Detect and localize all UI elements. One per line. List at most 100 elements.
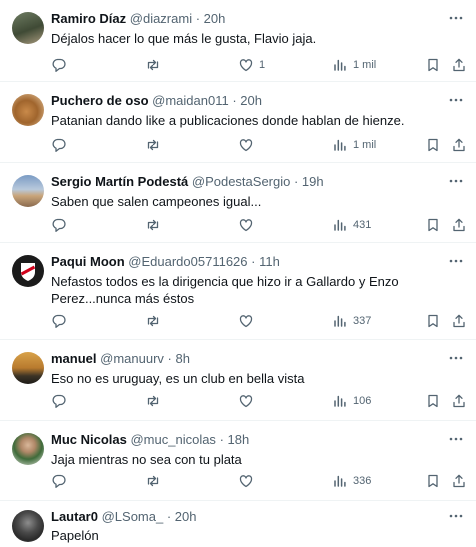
share-button[interactable]	[451, 311, 467, 331]
reply-button[interactable]	[51, 55, 67, 75]
user-name[interactable]: Puchero de oso	[51, 93, 149, 108]
retweet-icon	[145, 137, 161, 153]
like-button[interactable]	[238, 215, 259, 235]
bookmark-button[interactable]	[425, 471, 441, 491]
views-button[interactable]: 1 mil	[332, 135, 376, 155]
tweet-actions: 431	[0, 215, 476, 235]
avatar[interactable]	[12, 255, 44, 287]
avatar[interactable]	[12, 175, 44, 207]
bookmark-button[interactable]	[425, 135, 441, 155]
more-icon[interactable]	[448, 173, 464, 189]
views-button[interactable]: 337	[332, 311, 371, 331]
more-icon[interactable]	[448, 10, 464, 26]
user-handle[interactable]: @diazrami	[130, 11, 192, 26]
views-icon	[332, 137, 348, 153]
retweet-button[interactable]	[145, 311, 161, 331]
retweet-icon	[145, 393, 161, 409]
user-handle[interactable]: @manuurv	[100, 351, 164, 366]
tweet-text: Jaja mientras no sea con tu plata	[51, 452, 242, 467]
share-icon	[451, 473, 467, 489]
views-button[interactable]: 431	[332, 215, 371, 235]
user-handle[interactable]: @LSoma_	[102, 509, 164, 524]
tweet[interactable]: Paqui Moon @Eduardo05711626 · 11h Nefast…	[0, 243, 476, 340]
tweet-time[interactable]: · 20h	[196, 11, 226, 26]
tweet[interactable]: Lautar0 @LSoma_ · 20h Papelón	[0, 501, 476, 547]
user-name[interactable]: Ramiro Díaz	[51, 11, 126, 26]
tweet-actions: 336	[0, 471, 476, 491]
share-icon	[451, 57, 467, 73]
views-button[interactable]: 336	[332, 471, 371, 491]
tweet-time[interactable]: · 19h	[294, 174, 324, 189]
like-button[interactable]	[238, 311, 259, 331]
tweet[interactable]: manuel @manuurv · 8h Eso no es uruguay, …	[0, 340, 476, 421]
like-button[interactable]	[238, 391, 259, 411]
tweet[interactable]: Puchero de oso @maidan011 · 20h Patanian…	[0, 82, 476, 163]
share-icon	[451, 393, 467, 409]
reply-icon	[51, 137, 67, 153]
bookmark-button[interactable]	[425, 391, 441, 411]
like-icon	[238, 313, 254, 329]
more-icon[interactable]	[448, 508, 464, 524]
avatar[interactable]	[12, 94, 44, 126]
reply-button[interactable]	[51, 135, 67, 155]
more-icon[interactable]	[448, 431, 464, 447]
reply-button[interactable]	[51, 215, 67, 235]
like-button[interactable]	[238, 471, 259, 491]
retweet-icon	[145, 473, 161, 489]
user-handle[interactable]: @maidan011	[152, 93, 229, 108]
tweet[interactable]: Muc Nicolas @muc_nicolas · 18h Jaja mien…	[0, 421, 476, 501]
tweet-actions: 1 1 mil	[0, 55, 476, 75]
tweet-actions: 1 mil	[0, 135, 476, 155]
like-button[interactable]	[238, 135, 259, 155]
retweet-button[interactable]	[145, 471, 161, 491]
retweet-button[interactable]	[145, 135, 161, 155]
user-handle[interactable]: @muc_nicolas	[130, 432, 215, 447]
river-badge-icon	[20, 263, 36, 281]
views-button[interactable]: 106	[332, 391, 371, 411]
views-icon	[332, 473, 348, 489]
like-button[interactable]: 1	[238, 55, 265, 75]
avatar[interactable]	[12, 510, 44, 542]
tweet-time[interactable]: · 18h	[220, 432, 250, 447]
views-icon	[332, 393, 348, 409]
avatar[interactable]	[12, 352, 44, 384]
tweet-time[interactable]: · 20h	[167, 509, 197, 524]
user-name[interactable]: Lautar0	[51, 509, 98, 524]
reply-button[interactable]	[51, 311, 67, 331]
more-icon[interactable]	[448, 92, 464, 108]
reply-button[interactable]	[51, 391, 67, 411]
tweet[interactable]: Sergio Martín Podestá @PodestaSergio · 1…	[0, 163, 476, 243]
user-handle[interactable]: @PodestaSergio	[192, 174, 290, 189]
share-button[interactable]	[451, 135, 467, 155]
user-name[interactable]: Paqui Moon	[51, 254, 125, 269]
avatar[interactable]	[12, 433, 44, 465]
user-name[interactable]: Sergio Martín Podestá	[51, 174, 188, 189]
share-icon	[451, 217, 467, 233]
user-handle[interactable]: @Eduardo05711626	[128, 254, 247, 269]
more-icon[interactable]	[448, 350, 464, 366]
bookmark-button[interactable]	[425, 311, 441, 331]
views-button[interactable]: 1 mil	[332, 55, 376, 75]
bookmark-button[interactable]	[425, 215, 441, 235]
views-count: 106	[353, 395, 372, 407]
retweet-button[interactable]	[145, 55, 161, 75]
tweet-time[interactable]: · 11h	[251, 254, 280, 269]
tweet-time[interactable]: · 8h	[168, 351, 190, 366]
share-button[interactable]	[451, 215, 467, 235]
share-button[interactable]	[451, 471, 467, 491]
retweet-button[interactable]	[145, 391, 161, 411]
views-count: 1 mil	[353, 139, 377, 151]
reply-button[interactable]	[51, 471, 67, 491]
more-icon[interactable]	[448, 253, 464, 269]
bookmark-button[interactable]	[425, 55, 441, 75]
tweet-time[interactable]: · 20h	[232, 93, 262, 108]
bookmark-icon	[425, 137, 441, 153]
tweet-text: Patanian dando like a publicaciones dond…	[51, 113, 405, 128]
avatar[interactable]	[12, 12, 44, 44]
tweet[interactable]: Ramiro Díaz @diazrami · 20h Déjalos hace…	[0, 0, 476, 82]
share-button[interactable]	[451, 391, 467, 411]
share-button[interactable]	[451, 55, 467, 75]
user-name[interactable]: manuel	[51, 351, 97, 366]
user-name[interactable]: Muc Nicolas	[51, 432, 127, 447]
retweet-button[interactable]	[145, 215, 161, 235]
